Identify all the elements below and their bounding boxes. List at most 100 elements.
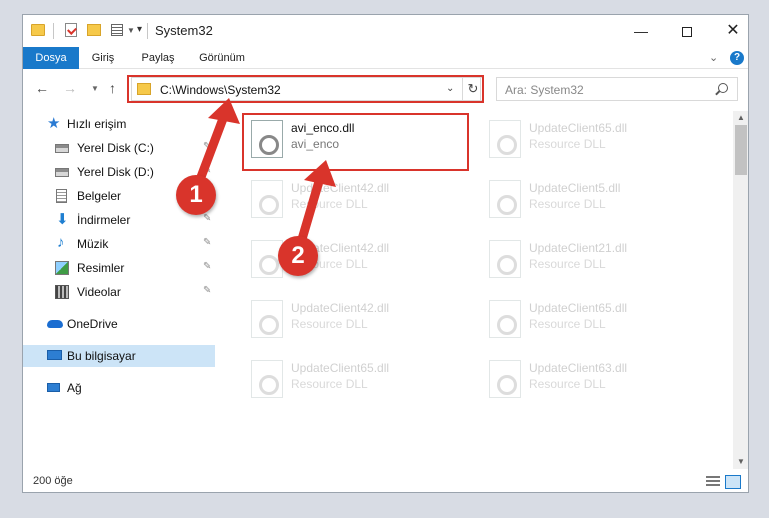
quick-access-icon: ★ [47, 115, 61, 132]
sidebar-item-pictures[interactable]: Resimler ✎ [23, 257, 215, 279]
pin-icon: ✎ [203, 237, 212, 248]
sidebar-item-quick-access[interactable]: ★ Hızlı erişim [23, 113, 215, 135]
sidebar-item-label: İndirmeler [77, 213, 131, 227]
sidebar-item-label: Yerel Disk (D:) [77, 165, 154, 179]
vertical-scrollbar[interactable]: ▲ ▼ [733, 111, 748, 469]
pin-icon: ✎ [203, 165, 212, 176]
quick-access-separator [53, 23, 54, 39]
recent-locations-button[interactable]: ▼ [91, 84, 99, 93]
sidebar-item-this-pc[interactable]: Bu bilgisayar [23, 345, 215, 367]
network-icon [47, 383, 60, 392]
maximize-icon [682, 27, 692, 38]
details-view-icon[interactable] [706, 476, 720, 488]
dll-file-icon [489, 120, 521, 158]
downloads-icon: ⬇ [56, 211, 69, 228]
sidebar-item-disk-c[interactable]: Yerel Disk (C:) ✎ [23, 137, 215, 159]
local-disk-icon [55, 168, 69, 177]
file-item[interactable]: UpdateClient42.dll Resource DLL [243, 295, 473, 345]
maximize-button[interactable] [664, 15, 710, 47]
sidebar-item-music[interactable]: ♪ Müzik ✎ [23, 233, 215, 255]
sidebar-item-label: Müzik [77, 237, 109, 251]
item-count: 200 öğe [33, 475, 73, 487]
pin-icon: ✎ [203, 285, 212, 296]
minimize-button[interactable]: — [618, 15, 664, 47]
file-item[interactable]: UpdateClient42.dll Resource DLL [243, 175, 473, 225]
tiles-view-icon[interactable] [725, 475, 741, 489]
file-item[interactable]: UpdateClient65.dll Resource DLL [243, 355, 473, 405]
customize-toolbar-icon[interactable]: ▾ [137, 24, 142, 35]
file-type: Resource DLL [529, 257, 606, 271]
file-item[interactable]: UpdateClient65.dll Resource DLL [481, 295, 711, 345]
tab-giris[interactable]: Giriş [83, 47, 123, 69]
help-icon[interactable]: ? [730, 51, 744, 65]
navigation-pane: ★ Hızlı erişim Yerel Disk (C:) ✎ Yerel D… [23, 111, 215, 471]
scroll-up-icon[interactable]: ▲ [733, 111, 748, 125]
window-title: System32 [155, 23, 213, 38]
forward-button[interactable]: → [63, 80, 77, 96]
sidebar-item-label: OneDrive [67, 317, 118, 331]
address-highlight-box [127, 75, 484, 103]
new-folder-icon[interactable] [87, 24, 101, 36]
properties-icon[interactable] [65, 23, 77, 37]
file-name: UpdateClient42.dll [291, 181, 390, 195]
close-button[interactable]: ✕ [710, 15, 748, 47]
sidebar-item-label: Videolar [77, 285, 121, 299]
chevron-down-icon[interactable]: ▼ [127, 26, 135, 35]
scroll-thumb[interactable] [735, 125, 747, 175]
file-name: UpdateClient63.dll [529, 361, 628, 375]
sidebar-item-label: Resimler [77, 261, 125, 275]
tab-dosya[interactable]: Dosya [23, 47, 79, 69]
file-type: Resource DLL [291, 377, 368, 391]
file-item[interactable]: UpdateClient63.dll Resource DLL [481, 355, 711, 405]
file-item[interactable]: UpdateClient21.dll Resource DLL [481, 235, 711, 285]
file-name: UpdateClient65.dll [529, 301, 628, 315]
dll-file-icon [489, 180, 521, 218]
pin-icon: ✎ [203, 141, 212, 152]
dll-file-icon [251, 180, 283, 218]
sidebar-item-label: Bu bilgisayar [67, 349, 136, 363]
back-button[interactable]: ← [35, 80, 49, 96]
folder-icon [31, 24, 45, 36]
file-name: UpdateClient42.dll [291, 301, 390, 315]
scroll-down-icon[interactable]: ▼ [733, 455, 748, 469]
file-item[interactable]: UpdateClient5.dll Resource DLL [481, 175, 711, 225]
dll-file-icon [251, 360, 283, 398]
file-highlight-box [242, 113, 469, 171]
status-bar: 200 öğe [23, 471, 748, 492]
local-disk-icon [55, 144, 69, 153]
file-type: Resource DLL [291, 317, 368, 331]
sidebar-item-onedrive[interactable]: OneDrive [23, 313, 215, 335]
file-name: UpdateClient21.dll [529, 241, 628, 255]
ribbon-tabs: Dosya Giriş Paylaş Görünüm ⌄ ? [23, 47, 748, 69]
sidebar-item-label: Ağ [67, 381, 82, 395]
documents-icon [56, 189, 67, 203]
ribbon-expand-icon[interactable]: ⌄ [709, 51, 718, 64]
videos-icon [55, 285, 69, 299]
navigation-bar: ← → ▼ ↑ C:\Windows\System32 ⌄ ↻ Ara: Sys… [23, 70, 748, 106]
file-type: Resource DLL [529, 137, 606, 151]
file-item[interactable]: UpdateClient65.dll Resource DLL [481, 115, 711, 165]
file-explorer-window: ▼ ▾ System32 — ✕ Dosya Giriş Paylaş Görü… [22, 14, 749, 493]
sidebar-item-videos[interactable]: Videolar ✎ [23, 281, 215, 303]
sidebar-item-label: Yerel Disk (C:) [77, 141, 154, 155]
search-input[interactable]: Ara: System32 [505, 83, 584, 97]
music-icon: ♪ [57, 234, 65, 251]
dll-file-icon [489, 300, 521, 338]
file-type: Resource DLL [529, 197, 606, 211]
sidebar-item-label: Hızlı erişim [67, 117, 127, 131]
sidebar-item-network[interactable]: Ağ [23, 377, 215, 399]
search-box[interactable]: Ara: System32 [496, 77, 738, 101]
search-icon[interactable] [718, 83, 728, 93]
dll-file-icon [489, 240, 521, 278]
tab-gorunum[interactable]: Görünüm [191, 47, 253, 69]
view-options-icon[interactable] [111, 24, 123, 36]
file-name: UpdateClient65.dll [291, 361, 390, 375]
step-1-badge: 1 [176, 175, 216, 215]
file-type: Resource DLL [529, 377, 606, 391]
dll-file-icon [489, 360, 521, 398]
onedrive-icon [47, 320, 63, 328]
up-button[interactable]: ↑ [109, 80, 116, 96]
tab-paylas[interactable]: Paylaş [134, 47, 182, 69]
file-name: UpdateClient5.dll [529, 181, 621, 195]
file-name: UpdateClient65.dll [529, 121, 628, 135]
